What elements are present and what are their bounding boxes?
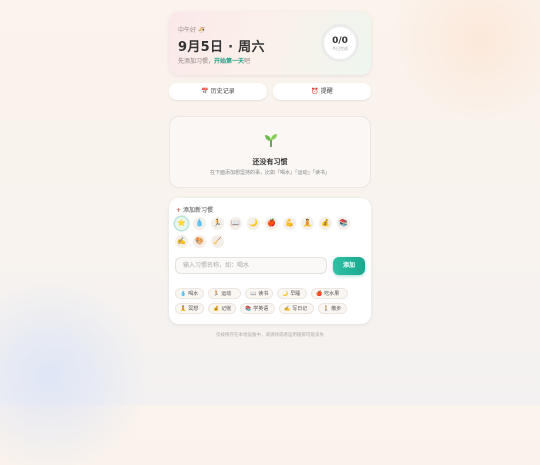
suggestion-chip[interactable]: 🏃 运动 bbox=[208, 288, 241, 299]
history-button[interactable]: 📅 历史记录 bbox=[169, 83, 267, 100]
suggestion-chip[interactable]: ✍️ 写日记 bbox=[279, 303, 314, 314]
plus-icon: + bbox=[176, 207, 182, 214]
empty-state: 还没有习惯 在下面添加想坚持的事，比如「喝水」「运动」「读书」 bbox=[169, 116, 371, 188]
suggestion-chip[interactable]: 🍎 吃水果 bbox=[311, 288, 348, 299]
suggestion-icon: 🍎 bbox=[316, 291, 323, 297]
add-habit-card: +添加新习惯 ⭐💧🏃📖🌙🍎💪🧘💰📚✍️🎨🧹 添加 💧喝水🏃运动📖读书🌙早睡🍎吃水… bbox=[169, 198, 371, 324]
sprout-icon bbox=[265, 134, 277, 147]
suggestion-icon: 🚶 bbox=[323, 306, 330, 312]
empty-hint: 在下面添加想坚持的事，比如「喝水」「运动」「读书」 bbox=[209, 170, 330, 176]
progress-label: 今日完成 bbox=[332, 46, 348, 51]
meditation-icon[interactable]: 🧘 bbox=[301, 217, 314, 230]
moon-icon[interactable]: 🌙 bbox=[247, 217, 260, 230]
suggestion-icon: 💧 bbox=[180, 291, 187, 297]
suggestion-chip[interactable]: 💧 喝水 bbox=[175, 288, 204, 299]
apple-icon[interactable]: 🍎 bbox=[265, 217, 278, 230]
suggestion-label: 学英语 bbox=[253, 306, 269, 312]
open-book-icon[interactable]: 📖 bbox=[229, 217, 242, 230]
page-title: 9月5日 · 周六 bbox=[178, 40, 265, 55]
money-bag-icon[interactable]: 💰 bbox=[319, 217, 332, 230]
suggestion-chip[interactable]: 🚶 散步 bbox=[318, 303, 347, 314]
add-habit-title: + 添加新习惯 bbox=[176, 207, 214, 214]
suggestion-label: 写日记 bbox=[292, 306, 308, 312]
suggestion-label: 早睡 bbox=[290, 291, 301, 297]
broom-icon[interactable]: 🧹 bbox=[211, 235, 224, 248]
suggestion-icon: 🧘 bbox=[180, 306, 187, 312]
action-bar: 📅 历史记录 ⏰ 提醒 bbox=[169, 83, 371, 100]
suggestion-label: 读书 bbox=[258, 291, 269, 297]
suggestion-chip[interactable]: 💰 记账 bbox=[208, 303, 236, 314]
suggestion-chip[interactable]: 📖 读书 bbox=[245, 288, 273, 299]
suggestion-label: 散步 bbox=[331, 306, 342, 312]
suggestion-icon: 🏃 bbox=[213, 291, 220, 297]
habit-name-input[interactable] bbox=[175, 257, 327, 274]
suggestion-chip[interactable]: 🧘 冥想 bbox=[175, 303, 204, 314]
suggestion-icon: 📖 bbox=[250, 291, 257, 297]
footer-note: 仅被保存在本地设备中，请清除或者运用随即可能丢失 bbox=[216, 333, 324, 338]
suggestion-label: 喝水 bbox=[188, 291, 199, 297]
calendar-icon: 📅 bbox=[201, 88, 209, 95]
subtitle: 先添加习惯，开始第一天吧 bbox=[178, 58, 251, 65]
suggestion-icon: ✍️ bbox=[284, 306, 291, 312]
suggestion-icon: 🌙 bbox=[282, 291, 289, 297]
books-icon[interactable]: 📚 bbox=[337, 217, 350, 230]
suggestion-icon: 💰 bbox=[213, 306, 220, 312]
water-drop-icon[interactable]: 💧 bbox=[193, 217, 206, 230]
add-habit-button[interactable]: 添加 bbox=[333, 257, 365, 275]
suggestion-chip[interactable]: 📚 学英语 bbox=[240, 303, 275, 314]
remind-label: 提醒 bbox=[320, 88, 333, 95]
suggestion-icon: 📚 bbox=[245, 306, 252, 312]
history-label: 历史记录 bbox=[210, 88, 235, 95]
alarm-clock-icon: ⏰ bbox=[311, 88, 319, 95]
progress-ring: 0/0 今日完成 bbox=[321, 24, 359, 62]
suggestion-label: 冥想 bbox=[188, 306, 199, 312]
subtitle-highlight: 开始第一天 bbox=[214, 58, 245, 65]
suggestion-label: 记账 bbox=[221, 306, 232, 312]
suggestion-label: 吃水果 bbox=[324, 291, 340, 297]
progress-value: 0/0 bbox=[332, 36, 348, 46]
today-summary-card: 中午好 🍜 9月5日 · 周六 先添加习惯，开始第一天吧 0/0 今日完成 bbox=[169, 12, 371, 75]
runner-icon[interactable]: 🏃 bbox=[211, 217, 224, 230]
writing-hand-icon[interactable]: ✍️ bbox=[175, 235, 188, 248]
suggestion-chip[interactable]: 🌙 早睡 bbox=[277, 288, 307, 299]
palette-icon[interactable]: 🎨 bbox=[193, 235, 206, 248]
muscle-icon[interactable]: 💪 bbox=[283, 217, 296, 230]
remind-button[interactable]: ⏰ 提醒 bbox=[273, 83, 371, 100]
suggestion-label: 运动 bbox=[221, 291, 232, 297]
star-icon[interactable]: ⭐ bbox=[175, 217, 188, 230]
empty-title: 还没有习惯 bbox=[252, 158, 288, 166]
greeting: 中午好 🍜 bbox=[178, 27, 206, 34]
